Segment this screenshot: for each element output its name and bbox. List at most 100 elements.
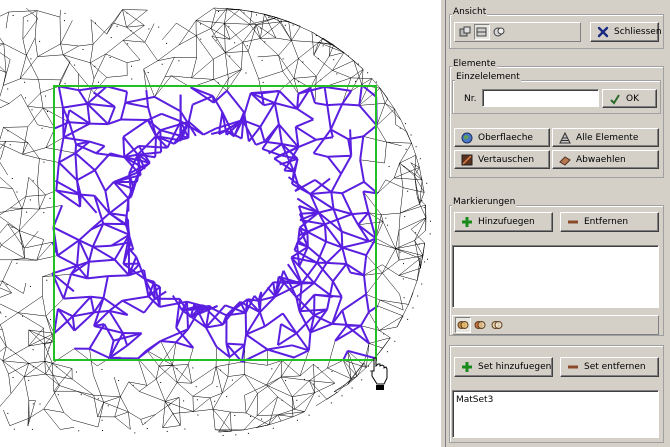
mesh-node — [317, 58, 319, 60]
markierungen-list[interactable] — [452, 245, 659, 308]
mesh-edge — [241, 361, 268, 366]
mesh-node — [304, 378, 305, 380]
mesh-edge — [17, 312, 44, 329]
mesh-edge — [375, 238, 396, 249]
mesh-node — [234, 415, 236, 416]
subtract-mode-button[interactable] — [489, 317, 505, 333]
hinzufuegen-button[interactable]: Hinzufuegen — [454, 212, 553, 232]
mesh-edge — [196, 28, 212, 36]
mesh-edge — [334, 391, 338, 393]
mesh-node — [297, 81, 299, 83]
mesh-edge — [244, 374, 258, 394]
mesh-node — [430, 220, 431, 222]
set-list-item[interactable]: MatSet3 — [456, 395, 493, 405]
set-hinzufuegen-button[interactable]: Set hinzufuegen — [454, 357, 553, 377]
entfernen-button[interactable]: Entfernen — [560, 212, 659, 232]
mesh-node — [200, 23, 201, 25]
mesh-edge — [37, 10, 61, 18]
view-side-button[interactable] — [491, 24, 507, 40]
selected-edge — [298, 138, 317, 149]
intersect-mode-button[interactable] — [455, 317, 471, 333]
mesh-node — [76, 371, 77, 373]
mesh-edge — [280, 360, 283, 378]
invert-icon — [461, 154, 473, 166]
mesh-node — [337, 48, 339, 49]
nr-input[interactable] — [482, 89, 599, 107]
mesh-edge — [176, 364, 189, 383]
mesh-canvas[interactable] — [0, 0, 440, 447]
mesh-edge — [178, 397, 181, 426]
mesh-node — [313, 383, 315, 385]
mesh-node — [280, 20, 282, 22]
mesh-edge — [26, 37, 36, 56]
oberflaeche-button[interactable]: Oberflaeche — [454, 128, 550, 147]
mesh-edge — [126, 27, 145, 43]
mesh-node — [46, 279, 48, 281]
mesh-edge — [0, 292, 12, 298]
mesh-edge — [22, 126, 29, 155]
mesh-node — [315, 35, 317, 36]
union-mode-button[interactable] — [472, 317, 488, 333]
mesh-edge — [414, 217, 427, 241]
mesh-edge — [178, 35, 197, 46]
alle-elemente-button[interactable]: Alle Elemente — [552, 128, 659, 147]
abwaehlen-button[interactable]: Abwaehlen — [552, 150, 659, 169]
vertauschen-button[interactable]: Vertauschen — [454, 150, 550, 169]
mesh-edge — [244, 374, 267, 386]
selected-edge — [295, 125, 317, 141]
mesh-node — [107, 405, 109, 407]
mesh-edge — [140, 414, 156, 420]
mesh-edge — [309, 380, 335, 384]
mesh-edge — [304, 392, 315, 412]
selected-edge — [95, 145, 106, 154]
selected-edge — [326, 261, 347, 265]
mesh-node — [302, 61, 304, 63]
mesh-edge — [247, 24, 257, 52]
plus-icon — [461, 216, 473, 228]
mesh-node — [282, 58, 284, 60]
mesh-node — [200, 38, 202, 40]
mesh-edge — [313, 54, 333, 71]
selected-edge — [240, 334, 248, 363]
mesh-node — [64, 82, 66, 84]
mesh-node — [10, 349, 12, 351]
mesh-node — [11, 178, 13, 179]
mesh-node — [98, 81, 99, 83]
mesh-node — [97, 398, 99, 400]
selected-edge — [124, 91, 128, 103]
mesh-edge — [394, 108, 397, 125]
mesh-edge — [20, 78, 39, 80]
mesh-node — [235, 434, 237, 436]
mesh-node — [234, 42, 236, 44]
einzelelement-title: Einzelelement — [455, 72, 521, 82]
mesh-node — [361, 379, 363, 381]
selected-edge — [94, 169, 107, 192]
selected-edge — [61, 107, 65, 138]
mesh-node — [29, 199, 31, 201]
mesh-edge — [224, 23, 231, 40]
mesh-node — [322, 45, 324, 47]
mesh-edge — [128, 381, 147, 386]
ok-button[interactable]: OK — [602, 89, 657, 108]
selected-edge — [109, 357, 139, 360]
view-perspective-button[interactable] — [474, 24, 490, 40]
sets-list[interactable]: MatSet3 — [452, 390, 659, 438]
mesh-edge — [260, 14, 265, 39]
view-perspective-icon — [476, 26, 488, 38]
mesh-viewport[interactable] — [0, 0, 440, 447]
close-button[interactable]: Schliessen — [590, 22, 662, 42]
selected-edge — [74, 152, 96, 171]
mesh-node — [264, 41, 266, 43]
set-entfernen-button[interactable]: Set entfernen — [560, 357, 659, 377]
mesh-node — [403, 166, 405, 168]
mesh-node — [74, 64, 76, 66]
mesh-edge — [45, 373, 73, 380]
selected-edge — [359, 136, 365, 160]
view-front-button[interactable] — [457, 24, 473, 40]
mesh-edge — [327, 340, 336, 369]
mesh-edge — [90, 44, 94, 63]
mesh-edge — [27, 106, 38, 125]
mesh-edge — [228, 69, 242, 79]
minus-icon — [567, 216, 579, 228]
mesh-edge — [224, 22, 250, 25]
